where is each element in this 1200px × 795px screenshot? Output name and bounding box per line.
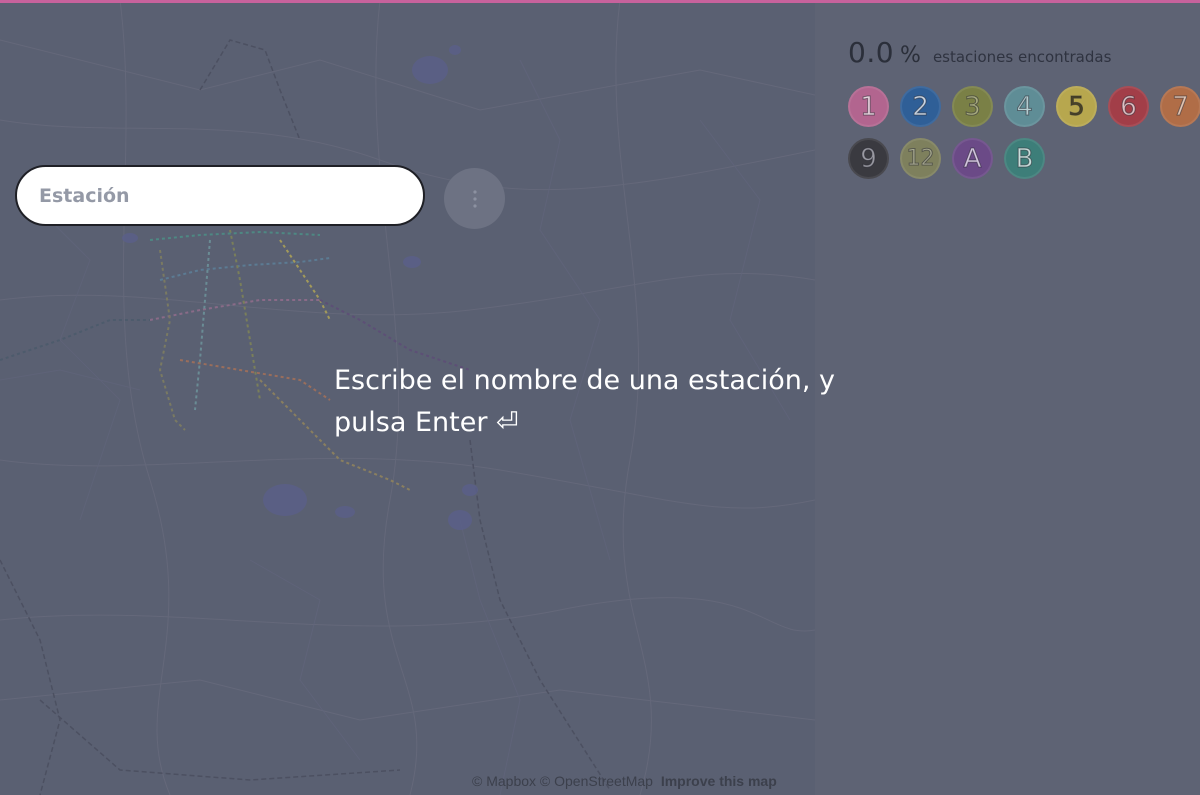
line-badge[interactable]: B xyxy=(1004,138,1045,179)
line-badge-label: 2 xyxy=(912,91,930,122)
improve-map-link[interactable]: Improve this map xyxy=(661,773,777,789)
line-badge-label: 1 xyxy=(860,91,878,122)
line-badge[interactable]: 7 xyxy=(1160,86,1200,127)
mapbox-attribution-link[interactable]: © Mapbox xyxy=(472,773,536,789)
search-box xyxy=(15,165,425,226)
app: 0.0 % estaciones encontradas 1 2 3 4 5 6 7 9 12 A… xyxy=(0,0,1200,795)
line-badge[interactable]: 3 xyxy=(952,86,993,127)
top-accent-bar xyxy=(0,0,1200,3)
more-vertical-icon xyxy=(472,189,477,208)
progress-label: estaciones encontradas xyxy=(932,48,1112,66)
line-badge-label: 4 xyxy=(1016,91,1034,122)
line-badge-label: 7 xyxy=(1172,91,1190,122)
line-badge[interactable]: 2 xyxy=(900,86,941,127)
osm-attribution-link[interactable]: © OpenStreetMap xyxy=(540,773,653,789)
line-badge-label: 3 xyxy=(964,91,982,122)
progress-readout: 0.0 % estaciones encontradas xyxy=(848,36,1111,69)
line-badge[interactable]: 12 xyxy=(900,138,941,179)
line-badge-label: 5 xyxy=(1068,91,1086,122)
menu-button[interactable] xyxy=(444,168,505,229)
line-badge-label: B xyxy=(1015,143,1034,174)
line-badge-label: 9 xyxy=(860,143,878,174)
line-badge[interactable]: 5 xyxy=(1056,86,1097,127)
line-badge[interactable]: 6 xyxy=(1108,86,1149,127)
line-badge-label: 12 xyxy=(906,146,935,172)
line-badge[interactable]: A xyxy=(952,138,993,179)
metro-lines-list: 1 2 3 4 5 6 7 9 12 A B xyxy=(848,86,1200,179)
line-badge-label: 6 xyxy=(1120,91,1138,122)
line-badge[interactable]: 4 xyxy=(1004,86,1045,127)
map-attribution: © Mapbox © OpenStreetMap Improve this ma… xyxy=(472,773,777,789)
station-search-input[interactable] xyxy=(17,167,423,224)
progress-value: 0.0 xyxy=(848,36,895,69)
line-badge-label: A xyxy=(963,143,982,174)
line-badge[interactable]: 9 xyxy=(848,138,889,179)
line-badge[interactable]: 1 xyxy=(848,86,889,127)
instructions-text: Escribe el nombre de una estación, y pul… xyxy=(334,365,835,438)
progress-unit: % xyxy=(900,43,921,68)
